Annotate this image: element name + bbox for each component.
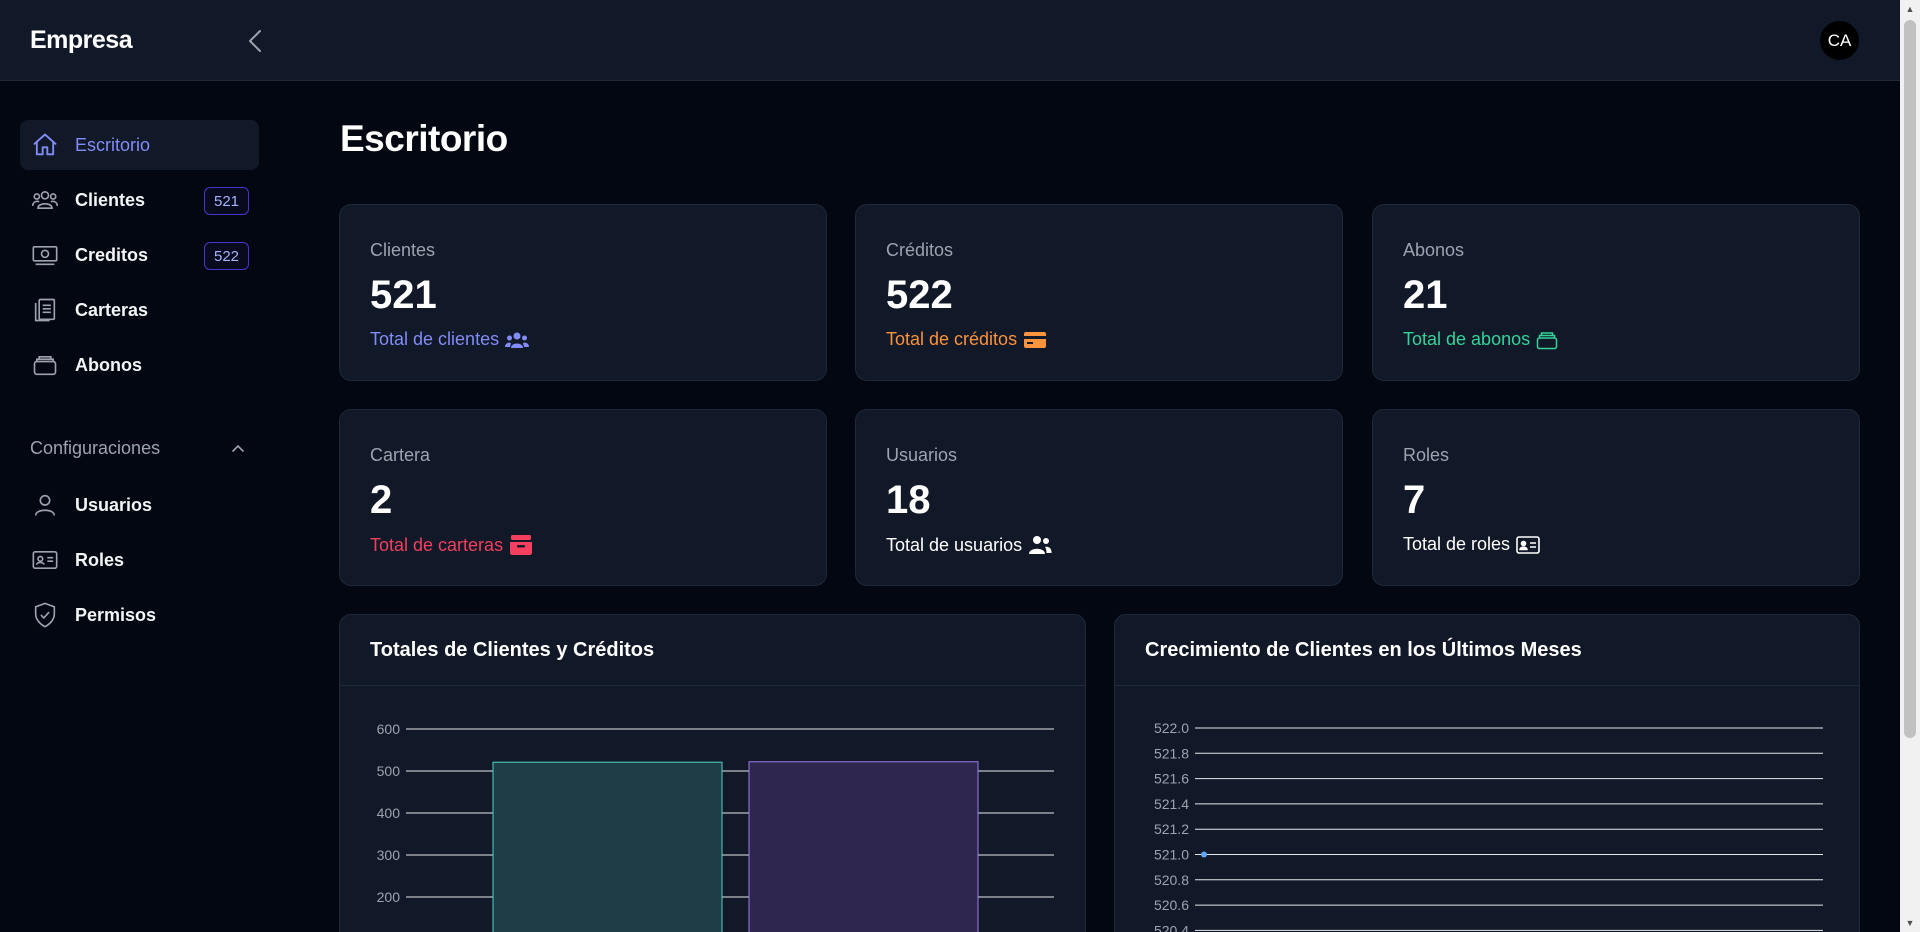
configuraciones-section-toggle[interactable]: Configuraciones xyxy=(30,433,245,463)
scroll-up-arrow-icon[interactable]: ▲ xyxy=(1900,0,1920,18)
id-card-icon xyxy=(1516,535,1540,554)
y-tick-label: 500 xyxy=(377,763,401,779)
archive-box-icon xyxy=(510,535,533,555)
user-avatar[interactable]: CA xyxy=(1820,21,1859,60)
y-tick-label: 521.4 xyxy=(1154,796,1189,812)
top-bar: Empresa CA xyxy=(0,0,1900,81)
y-tick-label: 522.0 xyxy=(1154,720,1189,736)
sidebar-item-label: Carteras xyxy=(75,299,149,320)
clipboard-list-icon xyxy=(30,295,60,325)
card-subtitle: Total de créditos xyxy=(886,329,1047,350)
users-group-icon xyxy=(30,185,60,215)
count-badge: 522 xyxy=(204,242,249,270)
sidebar-item-abonos[interactable]: Abonos xyxy=(20,340,259,390)
data-point xyxy=(1201,851,1207,858)
sidebar-item-label: Abonos xyxy=(75,354,142,375)
section-label: Configuraciones xyxy=(30,437,161,458)
stat-card-abonos: Abonos 21 Total de abonos xyxy=(1372,204,1860,381)
card-value: 521 xyxy=(370,273,437,317)
card-subtitle-text: Total de usuarios xyxy=(886,534,1023,555)
card-value: 522 xyxy=(886,273,953,317)
stacked-cards-icon xyxy=(30,350,60,380)
card-subtitle: Total de carteras xyxy=(370,534,533,556)
sidebar-item-creditos[interactable]: Creditos 522 xyxy=(20,230,259,280)
y-tick-label: 200 xyxy=(377,889,401,905)
user-group-icon xyxy=(1029,536,1052,554)
card-label: Clientes xyxy=(370,240,436,260)
chart-panel-totales: Totales de Clientes y Créditos 200 300 400… xyxy=(339,614,1086,932)
bar-clientes xyxy=(492,761,723,932)
sidebar-item-escritorio[interactable]: Escritorio xyxy=(20,120,259,170)
wallet-icon xyxy=(1536,331,1558,349)
user-icon xyxy=(30,490,60,520)
chevron-left-icon xyxy=(249,30,261,52)
card-label: Roles xyxy=(1403,445,1450,465)
sidebar-item-label: Clientes xyxy=(75,189,146,210)
stat-card-cartera: Cartera 2 Total de carteras xyxy=(339,409,827,586)
sidebar-item-label: Escritorio xyxy=(75,134,151,155)
card-label: Créditos xyxy=(886,240,954,260)
sidebar: Escritorio Clientes 521 Creditos 522 Car… xyxy=(0,81,270,932)
collapse-sidebar-button[interactable] xyxy=(240,26,270,56)
y-tick-label: 521.8 xyxy=(1154,745,1189,761)
stat-card-clientes: Clientes 521 Total de clientes xyxy=(339,204,827,381)
card-value: 7 xyxy=(1403,478,1426,522)
y-tick-label: 520.8 xyxy=(1154,872,1189,888)
page-scrollbar[interactable]: ▲ ▼ xyxy=(1900,0,1920,932)
chart-panel-crecimiento: Crecimiento de Clientes en los Últimos M… xyxy=(1114,614,1860,932)
sidebar-item-label: Roles xyxy=(75,549,125,570)
sidebar-item-roles[interactable]: Roles xyxy=(20,535,259,585)
chevron-up-icon xyxy=(232,444,244,452)
card-subtitle-text: Total de carteras xyxy=(370,534,504,555)
sidebar-item-permisos[interactable]: Permisos xyxy=(20,590,259,640)
scroll-down-arrow-icon[interactable]: ▼ xyxy=(1900,914,1920,932)
card-subtitle-text: Total de créditos xyxy=(886,329,1018,349)
y-tick-label: 400 xyxy=(377,805,401,821)
sidebar-item-label: Creditos xyxy=(75,244,149,265)
card-subtitle-text: Total de roles xyxy=(1403,534,1511,554)
card-subtitle: Total de clientes xyxy=(370,329,530,350)
card-subtitle: Total de usuarios xyxy=(886,534,1052,556)
home-icon xyxy=(30,130,60,160)
sidebar-item-label: Permisos xyxy=(75,604,157,625)
sidebar-item-carteras[interactable]: Carteras xyxy=(20,285,259,335)
bar-créditos xyxy=(748,761,979,932)
y-tick-label: 600 xyxy=(377,721,401,737)
brand-name: Empresa xyxy=(30,26,133,54)
card-label: Abonos xyxy=(1403,240,1465,260)
sidebar-item-label: Usuarios xyxy=(75,494,153,515)
banknote-icon xyxy=(30,240,60,270)
y-tick-label: 521.2 xyxy=(1154,821,1189,837)
y-tick-label: 520.6 xyxy=(1154,897,1189,913)
card-label: Cartera xyxy=(370,445,431,465)
page-title: Escritorio xyxy=(340,118,508,159)
y-tick-label: 521.0 xyxy=(1154,847,1189,863)
count-badge: 521 xyxy=(204,187,249,215)
card-subtitle: Total de roles xyxy=(1403,534,1540,555)
sidebar-item-clientes[interactable]: Clientes 521 xyxy=(20,175,259,225)
card-subtitle-text: Total de clientes xyxy=(370,329,500,349)
users-icon xyxy=(505,332,530,348)
id-card-icon xyxy=(30,545,60,575)
card-label: Usuarios xyxy=(886,445,958,465)
y-tick-label: 520.4 xyxy=(1154,922,1189,932)
stat-card-roles: Roles 7 Total de roles xyxy=(1372,409,1860,586)
sidebar-item-usuarios[interactable]: Usuarios xyxy=(20,480,259,530)
y-tick-label: 300 xyxy=(377,847,401,863)
shield-check-icon xyxy=(30,600,60,630)
card-value: 21 xyxy=(1403,273,1448,317)
credit-card-icon xyxy=(1024,331,1047,348)
card-subtitle-text: Total de abonos xyxy=(1403,329,1531,349)
y-tick-label: 521.6 xyxy=(1154,771,1189,787)
card-subtitle: Total de abonos xyxy=(1403,329,1558,350)
stat-card-usuarios: Usuarios 18 Total de usuarios xyxy=(855,409,1343,586)
stat-card-creditos: Créditos 522 Total de créditos xyxy=(855,204,1343,381)
line-chart: 520.4 520.6 520.8 521.0 521.2 521.4 521.6 521.8… xyxy=(1154,720,1823,932)
bar-chart: 200 300 400 500 600 xyxy=(377,721,1054,932)
card-value: 18 xyxy=(886,478,931,522)
card-value: 2 xyxy=(370,478,393,522)
scrollbar-thumb[interactable] xyxy=(1904,20,1916,738)
